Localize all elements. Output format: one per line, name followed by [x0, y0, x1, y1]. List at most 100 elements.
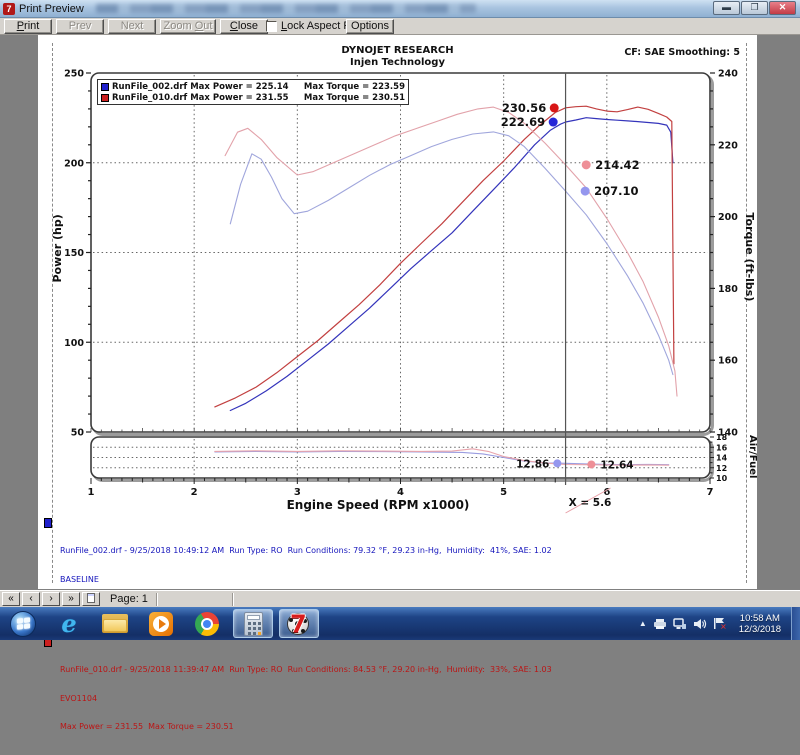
legend-torque: Max Torque = 230.51: [304, 93, 405, 103]
run-label-line: EVO1104: [60, 694, 704, 704]
chart-legend: RunFile_002.drf Max Power = 225.14 Max T…: [97, 79, 409, 105]
svg-text:240: 240: [718, 69, 738, 80]
run-max-line: Max Power = 231.55 Max Torque = 230.51: [60, 722, 704, 732]
svg-text:12: 12: [716, 464, 727, 473]
page-icon: [87, 593, 95, 603]
system-tray: ▲ ✕ 10:58 AM 12/3/2018: [639, 607, 800, 640]
prev-button[interactable]: Prev: [56, 19, 104, 34]
svg-text:12.64: 12.64: [600, 459, 633, 471]
svg-text:160: 160: [718, 356, 738, 367]
show-desktop-button[interactable]: [791, 607, 800, 640]
svg-text:180: 180: [718, 284, 738, 295]
folder-icon: [102, 614, 128, 633]
taskbar-item-dynojet-winpep[interactable]: 7: [279, 609, 319, 638]
svg-text:2: 2: [191, 487, 198, 498]
chart-subtitle: Injen Technology: [38, 57, 757, 68]
svg-text:5: 5: [500, 487, 507, 498]
taskbar-item-media-player[interactable]: [141, 609, 181, 638]
svg-text:Air/Fuel: Air/Fuel: [747, 435, 757, 478]
taskbar-item-file-explorer[interactable]: [95, 609, 135, 638]
legend-swatch-blue: [101, 83, 109, 91]
svg-text:200: 200: [718, 212, 738, 223]
svg-text:10: 10: [716, 474, 728, 483]
options-button[interactable]: Options: [346, 19, 394, 34]
svg-text:222.69: 222.69: [501, 115, 545, 129]
svg-text:Engine Speed (RPM x1000): Engine Speed (RPM x1000): [287, 498, 470, 512]
svg-text:Torque (ft-lbs): Torque (ft-lbs): [743, 213, 756, 302]
svg-text:Power (hp): Power (hp): [51, 214, 64, 282]
next-page-button[interactable]: ›: [42, 592, 60, 606]
first-page-button[interactable]: «: [2, 592, 20, 606]
window-title: Print Preview: [19, 3, 84, 15]
print-button[interactable]: Print: [4, 19, 52, 34]
calculator-icon: [244, 612, 263, 636]
svg-text:200: 200: [64, 158, 84, 169]
taskbar-item-chrome[interactable]: [187, 609, 227, 638]
correction-factor-label: CF: SAE Smoothing: 5: [624, 47, 740, 58]
action-center-flag-icon[interactable]: ✕: [713, 617, 727, 630]
taskbar-item-internet-explorer[interactable]: e: [49, 609, 89, 638]
page-setup-button[interactable]: [82, 592, 100, 606]
minimize-button[interactable]: ▬: [713, 1, 740, 15]
run-conditions-line: RunFile_010.drf - 9/25/2018 11:39:47 AM …: [60, 665, 704, 675]
svg-text:230.56: 230.56: [502, 101, 546, 115]
print-preview-window: 7 Print Preview ▬ ❐ ✕ Print Prev Next Zo…: [0, 0, 800, 607]
statusbar-divider: [232, 593, 234, 606]
svg-text:1: 1: [88, 487, 95, 498]
legend-file-power: RunFile_002.drf Max Power = 225.14: [112, 82, 304, 92]
run-info-evo1104: RunFile_010.drf - 9/25/2018 11:39:47 AM …: [44, 636, 704, 751]
svg-text:207.10: 207.10: [594, 184, 638, 198]
svg-text:250: 250: [64, 69, 84, 80]
taskbar-item-calculator[interactable]: [233, 609, 273, 638]
restore-button[interactable]: ❐: [741, 1, 768, 15]
internet-explorer-icon: e: [61, 613, 76, 635]
svg-text:214.42: 214.42: [595, 158, 639, 172]
svg-text:18: 18: [716, 433, 728, 442]
last-page-button[interactable]: »: [62, 592, 80, 606]
lock-aspect-ratio-checkbox[interactable]: [266, 21, 277, 32]
close-window-button[interactable]: ✕: [769, 1, 796, 15]
statusbar-divider: [156, 593, 158, 606]
prev-page-button[interactable]: ‹: [22, 592, 40, 606]
legend-torque: Max Torque = 223.59: [304, 82, 405, 92]
svg-text:220: 220: [718, 140, 738, 151]
taskbar-clock[interactable]: 10:58 AM 12/3/2018: [739, 613, 781, 635]
svg-text:X = 5.6: X = 5.6: [569, 497, 612, 509]
blurred-filename-text: [96, 4, 476, 13]
run-swatch-blue: [44, 518, 52, 528]
svg-text:16: 16: [716, 443, 728, 452]
clock-time: 10:58 AM: [739, 613, 781, 624]
svg-text:100: 100: [64, 338, 84, 349]
legend-row: RunFile_010.drf Max Power = 231.55 Max T…: [101, 92, 405, 103]
network-icon[interactable]: [673, 618, 687, 630]
svg-text:4: 4: [397, 487, 404, 498]
printer-icon[interactable]: [653, 618, 667, 630]
svg-text:3: 3: [294, 487, 301, 498]
app-icon: 7: [3, 3, 15, 15]
svg-text:✕: ✕: [720, 623, 727, 631]
titlebar[interactable]: 7 Print Preview ▬ ❐ ✕: [0, 0, 800, 18]
start-button[interactable]: [3, 609, 43, 638]
svg-text:50: 50: [71, 428, 85, 439]
page-number-label: Page: 1: [110, 593, 156, 605]
preview-area: 5010015020025014016018020022024010121416…: [0, 35, 800, 590]
volume-icon[interactable]: [693, 618, 707, 630]
zoom-out-button[interactable]: Zoom Out: [160, 19, 216, 34]
clock-date: 12/3/2018: [739, 624, 781, 635]
toolbar: Print Prev Next Zoom Out Close Lock Aspe…: [0, 18, 800, 35]
svg-text:150: 150: [64, 248, 84, 259]
statusbar: « ‹ › » Page: 1: [0, 590, 800, 607]
svg-text:12.86: 12.86: [516, 458, 549, 470]
hidden-icons-expander-icon[interactable]: ▲: [639, 619, 647, 628]
close-preview-button[interactable]: Close: [220, 19, 268, 34]
run-conditions-line: RunFile_002.drf - 9/25/2018 10:49:12 AM …: [60, 546, 704, 556]
legend-file-power: RunFile_010.drf Max Power = 231.55: [112, 93, 304, 103]
preview-page: 5010015020025014016018020022024010121416…: [38, 35, 757, 590]
windows-start-icon: [10, 611, 36, 637]
dynojet-winpep-icon: 7: [286, 611, 312, 637]
next-button[interactable]: Next: [108, 19, 156, 34]
media-player-icon: [149, 612, 173, 636]
svg-text:7: 7: [707, 487, 714, 498]
chrome-icon: [195, 612, 219, 636]
taskbar: e 7 ▲ ✕ 10:58 AM 12/3/2018: [0, 607, 800, 640]
